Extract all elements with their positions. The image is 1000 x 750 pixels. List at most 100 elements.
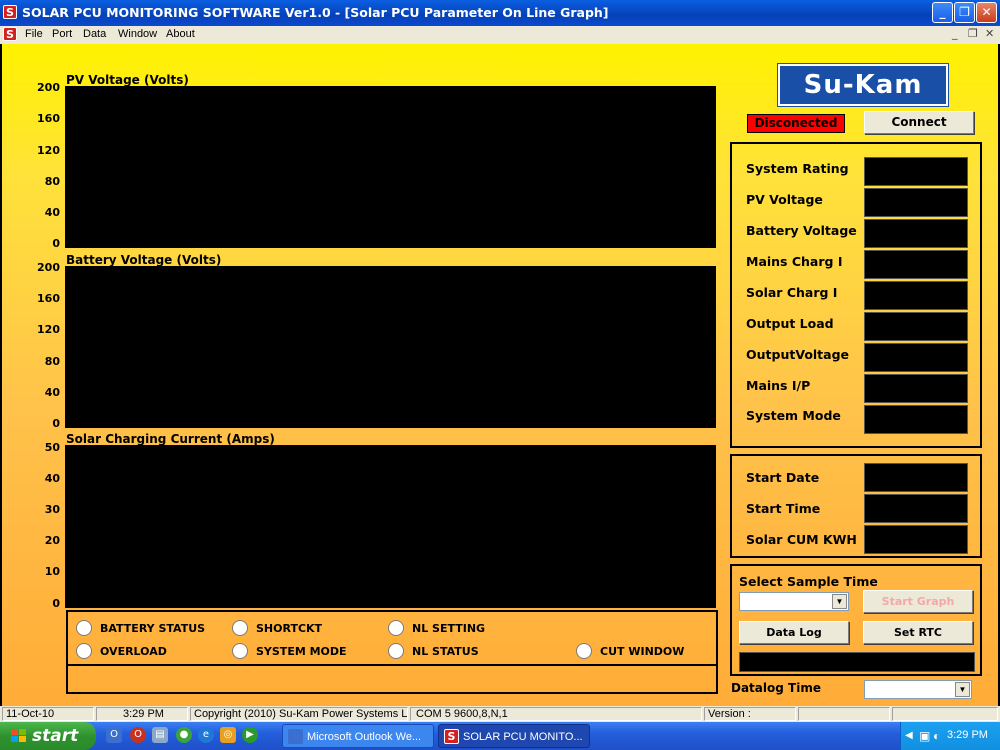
start-date-label: Start Date: [746, 470, 820, 485]
output-load-label: Output Load: [746, 316, 834, 331]
shortckt-label: SHORTCKT: [256, 622, 323, 635]
pv-voltage-graph: [65, 86, 716, 248]
data-log-button[interactable]: Data Log: [739, 621, 849, 644]
sukam-s-icon[interactable]: S: [3, 5, 17, 19]
y-tick: 30: [44, 503, 60, 516]
outlook-icon: [288, 729, 303, 744]
status-indicator-panel: BATTERY STATUS OVERLOAD SHORTCKT SYSTEM …: [66, 610, 718, 694]
start-date-value: [864, 463, 968, 492]
app-icon[interactable]: ◎: [220, 727, 236, 743]
y-tick: 120: [37, 323, 60, 336]
battery-status-radio[interactable]: [76, 620, 92, 636]
menu-port[interactable]: Port: [52, 28, 72, 40]
y-tick: 0: [52, 597, 60, 610]
outlook-icon[interactable]: O: [106, 727, 122, 743]
status-bar: 11-Oct-10 3:29 PM Copyright (2010) Su-Ka…: [0, 706, 1000, 722]
menu-about[interactable]: About: [166, 28, 195, 40]
sample-time-select[interactable]: ▼: [739, 592, 849, 611]
start-graph-button[interactable]: Start Graph: [863, 590, 973, 613]
cut-window-label: CUT WINDOW: [600, 645, 685, 658]
y-tick: 0: [52, 417, 60, 430]
media-player-icon[interactable]: ▶: [242, 727, 258, 743]
sukam-logo: Su-Kam: [777, 63, 949, 107]
cut-window-radio[interactable]: [576, 643, 592, 659]
battery-status-label: BATTERY STATUS: [100, 622, 206, 635]
menu-data[interactable]: Data: [83, 28, 106, 40]
windows-flag-icon: [11, 729, 26, 742]
status-version: Version :: [704, 707, 796, 721]
nl-setting-radio[interactable]: [388, 620, 404, 636]
system-mode-param-label: System Mode: [746, 408, 841, 423]
chevron-left-icon[interactable]: ◀: [905, 730, 913, 741]
battery-voltage-graph-title: Battery Voltage (Volts): [66, 253, 222, 267]
overload-radio[interactable]: [76, 643, 92, 659]
start-time-label: Start Time: [746, 501, 821, 516]
status-panel-divider: [68, 664, 716, 666]
status-date: 11-Oct-10: [2, 707, 94, 721]
document-icon[interactable]: ▤: [152, 727, 168, 743]
start-label: start: [32, 726, 79, 746]
nl-setting-label: NL SETTING: [412, 622, 486, 635]
taskbar-item-solar-pcu[interactable]: S SOLAR PCU MONITO...: [438, 724, 590, 748]
opera-icon[interactable]: O: [130, 727, 146, 743]
energy-panel: Start Date Start Time Solar CUM KWH: [730, 454, 982, 558]
set-rtc-button[interactable]: Set RTC: [863, 621, 973, 644]
solar-charg-i-value: [864, 281, 968, 310]
menu-file[interactable]: File: [25, 28, 43, 40]
battery-voltage-label: Battery Voltage: [746, 223, 857, 238]
y-tick: 200: [37, 81, 60, 94]
status-com-settings: COM 5 9600,8,N,1: [410, 707, 702, 721]
shortckt-radio[interactable]: [232, 620, 248, 636]
chrome-icon[interactable]: ●: [176, 727, 192, 743]
task-label: SOLAR PCU MONITO...: [463, 731, 583, 743]
taskbar: start O O ▤ ● e ◎ ▶ Microsoft Outlook We…: [0, 722, 1000, 750]
internet-explorer-icon[interactable]: e: [198, 727, 214, 743]
y-tick: 80: [44, 175, 60, 188]
pv-voltage-label: PV Voltage: [746, 192, 823, 207]
status-copyright: Copyright (2010) Su-Kam Power Systems Lt…: [190, 707, 408, 721]
taskbar-item-outlook[interactable]: Microsoft Outlook We...: [282, 724, 434, 748]
y-tick: 0: [52, 237, 60, 250]
status-empty-pane: [892, 707, 998, 721]
y-tick: 40: [44, 386, 60, 399]
connection-status-badge: Disconected: [747, 114, 845, 133]
system-rating-value: [864, 157, 968, 186]
minimize-button[interactable]: _: [932, 2, 953, 23]
mdi-minimize-button[interactable]: _: [952, 27, 958, 40]
sukam-s-icon: S: [444, 729, 459, 744]
menu-window[interactable]: Window: [118, 28, 157, 40]
clock[interactable]: 3:29 PM: [947, 729, 988, 741]
start-time-value: [864, 494, 968, 523]
overload-label: OVERLOAD: [100, 645, 167, 658]
y-tick: 160: [37, 112, 60, 125]
close-button[interactable]: ✕: [976, 2, 997, 23]
y-tick: 200: [37, 261, 60, 274]
output-voltage-label: OutputVoltage: [746, 347, 850, 362]
datalog-progress-display: [739, 652, 975, 672]
system-mode-radio[interactable]: [232, 643, 248, 659]
mdi-close-button[interactable]: ✕: [985, 27, 994, 40]
parameter-panel: System Rating PV Voltage Battery Voltage…: [730, 142, 982, 448]
system-mode-label: SYSTEM MODE: [256, 645, 347, 658]
y-tick: 20: [44, 534, 60, 547]
output-voltage-value: [864, 343, 968, 372]
y-tick: 10: [44, 565, 60, 578]
datalog-time-select[interactable]: ▼: [864, 680, 972, 699]
network-icon[interactable]: ▣: [919, 729, 930, 743]
title-bar[interactable]: S SOLAR PCU MONITORING SOFTWARE Ver1.0 -…: [0, 0, 1000, 26]
volume-icon[interactable]: ◐: [933, 729, 940, 743]
solar-charging-current-graph: [65, 445, 716, 608]
maximize-button[interactable]: ❐: [954, 2, 975, 23]
nl-status-radio[interactable]: [388, 643, 404, 659]
chevron-down-icon[interactable]: ▼: [832, 594, 847, 609]
sukam-s-icon[interactable]: S: [3, 27, 17, 41]
start-button[interactable]: start: [0, 722, 96, 750]
chevron-down-icon[interactable]: ▼: [955, 682, 970, 697]
system-mode-value: [864, 405, 968, 434]
main-panel: PV Voltage (Volts) 200 160 120 80 40 0 B…: [2, 44, 998, 706]
connect-button[interactable]: Connect: [864, 111, 974, 134]
select-sample-time-label: Select Sample Time: [739, 574, 878, 589]
output-load-value: [864, 312, 968, 341]
y-tick: 120: [37, 144, 60, 157]
mdi-restore-button[interactable]: ❐: [968, 27, 978, 40]
